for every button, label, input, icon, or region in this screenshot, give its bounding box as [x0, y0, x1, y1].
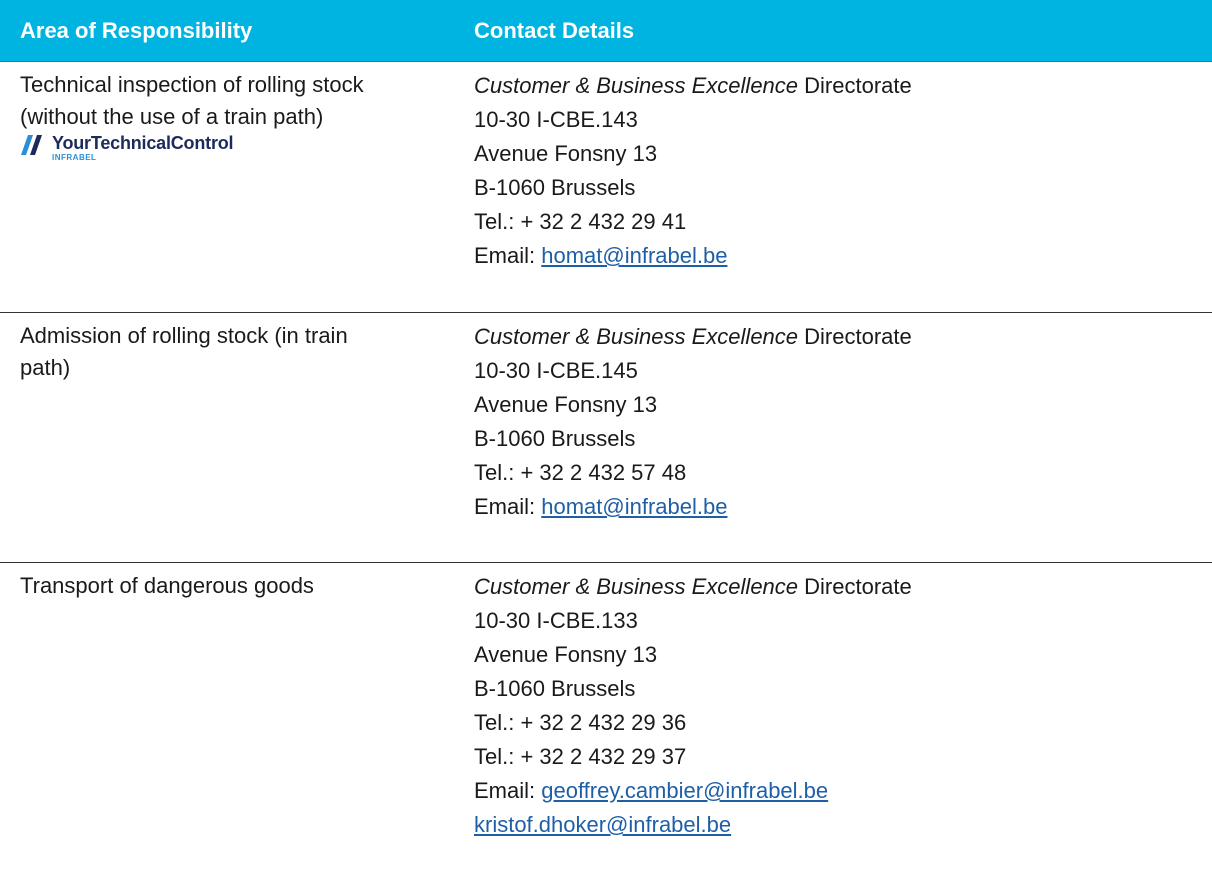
area-cell: Transport of dangerous goods: [0, 563, 457, 886]
email-label: Email:: [474, 243, 542, 268]
directorate-suffix: Directorate: [798, 73, 912, 98]
area-line: path): [20, 355, 71, 380]
email-line: kristof.dhoker@infrabel.be: [474, 808, 1212, 842]
area-cell: Technical inspection of rolling stock (w…: [0, 62, 457, 312]
email-line: Email: homat@infrabel.be: [474, 490, 1212, 524]
header-area: Area of Responsibility: [20, 17, 253, 43]
contact-cell: Customer & Business Excellence Directora…: [457, 563, 1212, 886]
email-label: Email:: [474, 778, 542, 803]
your-technical-control-logo: YourTechnicalControl INFRABEL: [20, 133, 457, 169]
contact-cell: Customer & Business Excellence Directora…: [457, 313, 1212, 562]
office-code: 10-30 I-CBE.145: [474, 358, 638, 383]
area-line: Admission of rolling stock (in train: [20, 323, 348, 348]
directorate: Customer & Business Excellence Directora…: [474, 69, 1212, 103]
street-address: Avenue Fonsny 13: [474, 141, 658, 166]
directorate-suffix: Directorate: [798, 574, 912, 599]
street-address: Avenue Fonsny 13: [474, 392, 658, 417]
office-code: 10-30 I-CBE.133: [474, 608, 638, 633]
email-line: Email: homat@infrabel.be: [474, 239, 1212, 273]
area-line: Technical inspection of rolling stock: [20, 72, 364, 97]
directorate-suffix: Directorate: [798, 324, 912, 349]
email-line: Email: geoffrey.cambier@infrabel.be: [474, 774, 1212, 808]
city: B-1060 Brussels: [474, 676, 636, 701]
area-line: Transport of dangerous goods: [20, 573, 314, 598]
city: B-1060 Brussels: [474, 175, 636, 200]
table-row: Technical inspection of rolling stock (w…: [0, 62, 1212, 313]
office-code: 10-30 I-CBE.143: [474, 107, 638, 132]
directorate: Customer & Business Excellence Directora…: [474, 570, 1212, 604]
email-link[interactable]: geoffrey.cambier@infrabel.be: [541, 778, 828, 803]
double-slash-icon: [21, 135, 42, 155]
table-row: Admission of rolling stock (in train pat…: [0, 313, 1212, 563]
header-contact: Contact Details: [474, 17, 635, 43]
contact-table: Area of Responsibility Contact Details T…: [0, 0, 1212, 886]
area-line: (without the use of a train path): [20, 104, 324, 129]
directorate-name: Customer & Business Excellence: [474, 73, 799, 98]
email-link[interactable]: homat@infrabel.be: [541, 494, 727, 519]
area-cell: Admission of rolling stock (in train pat…: [0, 313, 457, 562]
city: B-1060 Brussels: [474, 426, 636, 451]
logo-name: YourTechnicalControl: [52, 133, 234, 153]
email-link[interactable]: kristof.dhoker@infrabel.be: [474, 812, 731, 837]
logo-sub: INFRABEL: [52, 153, 97, 162]
table-row: Transport of dangerous goods Customer & …: [0, 563, 1212, 886]
directorate-name: Customer & Business Excellence: [474, 574, 799, 599]
table-header: Area of Responsibility Contact Details: [0, 0, 1212, 62]
email-link[interactable]: homat@infrabel.be: [541, 243, 727, 268]
street-address: Avenue Fonsny 13: [474, 642, 658, 667]
phone: Tel.: + 32 2 432 29 41: [474, 209, 687, 234]
email-label: Email:: [474, 494, 542, 519]
directorate-name: Customer & Business Excellence: [474, 324, 799, 349]
phone: Tel.: + 32 2 432 57 48: [474, 460, 687, 485]
phone: Tel.: + 32 2 432 29 36: [474, 710, 687, 735]
phone: Tel.: + 32 2 432 29 37: [474, 744, 687, 769]
contact-cell: Customer & Business Excellence Directora…: [457, 62, 1212, 312]
directorate: Customer & Business Excellence Directora…: [474, 320, 1212, 354]
